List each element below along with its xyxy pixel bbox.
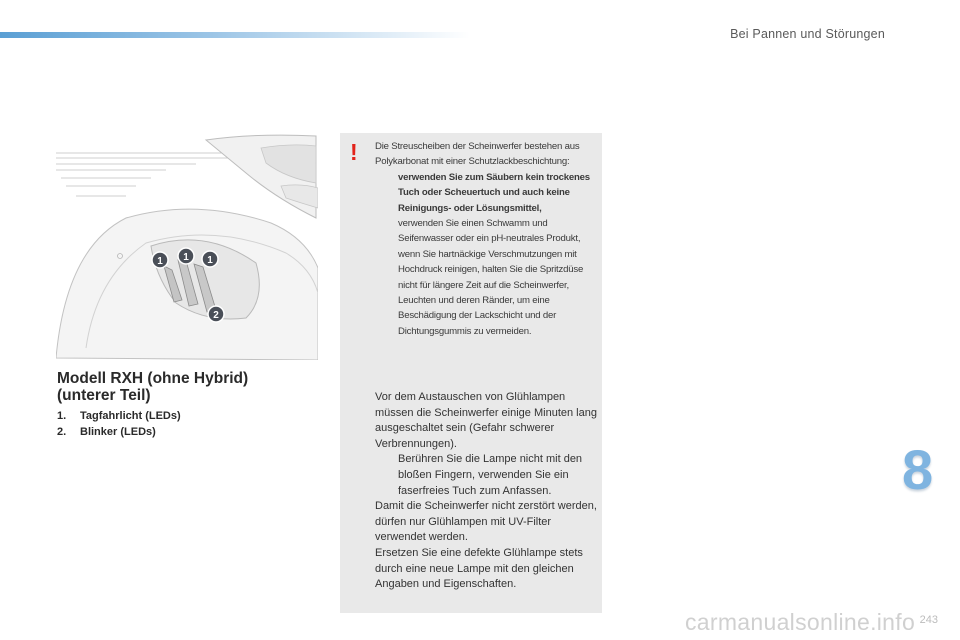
svg-text:1: 1 xyxy=(207,255,213,266)
caution-intro: Die Streuscheiben der Scheinwerfer beste… xyxy=(375,141,580,168)
model-title: Modell RXH (ohne Hybrid) (unterer Teil) xyxy=(57,370,327,404)
part-number: 1. xyxy=(57,410,67,422)
lamp-paragraph: Ersetzen Sie eine defekte Glühlampe stet… xyxy=(375,546,583,591)
warning-icon: ! xyxy=(350,139,358,165)
list-item: 1. Tagfahrlicht (LEDs) xyxy=(57,409,181,425)
section-title: Bei Pannen und Störungen xyxy=(730,27,885,41)
chapter-number: 8 xyxy=(902,438,934,501)
watermark: carmanualsonline.info xyxy=(685,609,916,635)
caution-bullet: verwenden Sie zum Säubern kein trockenes… xyxy=(398,171,590,214)
svg-text:1: 1 xyxy=(183,252,189,263)
page-number: 243 xyxy=(919,614,938,626)
callout-1c: 1 xyxy=(201,250,219,268)
svg-text:1: 1 xyxy=(157,256,163,267)
lamp-paragraph: Vor dem Austauschen von Glühlampen müsse… xyxy=(375,391,597,450)
caution-bullet: verwenden Sie einen Schwamm und Seifenwa… xyxy=(398,218,581,245)
part-label: Tagfahrlicht (LEDs) xyxy=(80,410,181,422)
svg-text:2: 2 xyxy=(213,310,219,321)
caution-text: Die Streuscheiben der Scheinwerfer beste… xyxy=(375,139,597,339)
lamp-bullet: Berühren Sie die Lampe nicht mit den blo… xyxy=(398,453,583,497)
callout-1b: 1 xyxy=(177,247,195,265)
model-title-line1: Modell RXH (ohne Hybrid) xyxy=(57,370,249,387)
list-item: 2. Blinker (LEDs) xyxy=(57,425,181,441)
bumper-illustration: 1 1 1 2 xyxy=(56,134,318,360)
caution-bullet: wenn Sie hartnäckige Verschmutzungen mit… xyxy=(398,248,584,337)
parts-list: 1. Tagfahrlicht (LEDs) 2. Blinker (LEDs) xyxy=(57,409,181,440)
model-title-line2: (unterer Teil) xyxy=(57,387,151,404)
lamp-paragraph: Damit die Scheinwerfer nicht zerstört we… xyxy=(375,500,597,544)
header-accent-bar xyxy=(0,32,470,38)
part-number: 2. xyxy=(57,425,67,438)
lamp-replacement-text: Vor dem Austauschen von Glühlampen müsse… xyxy=(375,390,597,593)
part-label: Blinker (LEDs) xyxy=(80,425,156,438)
callout-1a: 1 xyxy=(151,251,169,269)
callout-2: 2 xyxy=(207,305,225,323)
